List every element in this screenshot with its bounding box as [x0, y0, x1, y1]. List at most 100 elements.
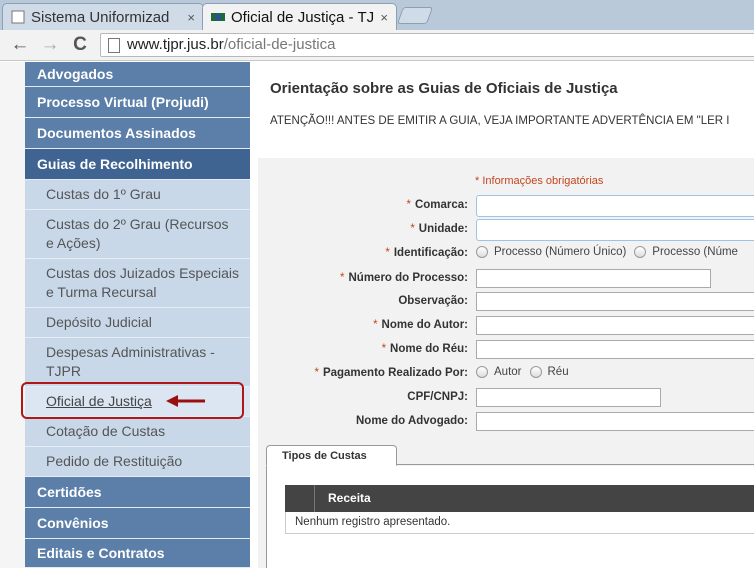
sidebar-subitem-cotacao-custas[interactable]: Cotação de Custas [25, 417, 250, 447]
sidebar-subitem-label: Depósito Judicial [46, 314, 152, 330]
row-numero-processo: * Número do Processo: [250, 269, 754, 289]
page-icon [108, 38, 120, 53]
forward-arrow-icon[interactable]: → [38, 34, 62, 56]
radio-label: Processo (Núme [652, 246, 738, 258]
sidebar-subitem-label: Custas do 1º Grau [46, 186, 161, 202]
browser-tab-title: Oficial de Justiça - TJ [231, 8, 375, 26]
sidebar-subitem-label: Custas dos Juizados Especiais e Turma Re… [46, 265, 239, 300]
label-text: Número do Processo: [348, 272, 469, 284]
cpf-cnpj-input[interactable] [476, 388, 661, 407]
sidebar-item-processo-virtual[interactable]: Processo Virtual (Projudi) [25, 87, 250, 118]
sidebar-item-guias-recolhimento[interactable]: Guias de Recolhimento [25, 149, 250, 180]
cpf-cnpj-label: CPF/CNPJ: [407, 391, 468, 403]
unidade-select[interactable] [476, 219, 754, 241]
radio-label: Réu [547, 366, 569, 378]
browser-toolbar: ← → C www.tjpr.jus.br/oficial-de-justica [0, 30, 754, 61]
nome-reu-input[interactable] [476, 340, 754, 359]
radio-processo-numero-unico[interactable] [476, 246, 488, 258]
row-nome-reu: * Nome do Réu: [250, 340, 754, 360]
observacao-input[interactable] [476, 292, 754, 311]
tabs-bar: Tipos de Custas [266, 445, 754, 466]
radio-autor[interactable] [476, 366, 488, 378]
sidebar-subitem-label: Despesas Administrativas - TJPR [46, 344, 215, 379]
sidebar-subitem-juizados-especiais[interactable]: Custas dos Juizados Especiais e Turma Re… [25, 259, 250, 308]
grid-column-receita[interactable]: Receita [315, 485, 371, 512]
grid-empty-row: Nenhum registro apresentado. [285, 512, 754, 534]
radio-processo-numero[interactable] [634, 246, 647, 258]
required-asterisk: * [381, 343, 387, 355]
sidebar-subitem-despesas-administrativas[interactable]: Despesas Administrativas - TJPR [25, 338, 250, 387]
sidebar-subitem-label: Pedido de Restituição [46, 453, 183, 469]
label-text: Nome do Réu: [390, 343, 468, 355]
pagamento-radio-group: Autor Réu [476, 366, 577, 378]
radio-label: Processo (Número Único) [494, 246, 627, 258]
sidebar-item-convenios[interactable]: Convênios [25, 508, 250, 539]
tab-tipos-de-custas[interactable]: Tipos de Custas [266, 445, 397, 466]
sidebar-subitem-deposito-judicial[interactable]: Depósito Judicial [25, 308, 250, 338]
page-title: Orientação sobre as Guias de Oficiais de… [270, 80, 618, 97]
annotation-highlight-box [21, 382, 244, 419]
sidebar-subitem-custas-1-grau[interactable]: Custas do 1º Grau [25, 180, 250, 210]
left-margin [0, 62, 25, 568]
back-arrow-icon[interactable]: ← [8, 34, 32, 56]
nome-advogado-label: Nome do Advogado: [355, 415, 468, 427]
sidebar-subitem-custas-2-grau[interactable]: Custas do 2º Grau (Recursos e Ações) [25, 210, 250, 259]
nome-reu-label: * Nome do Réu: [382, 343, 468, 355]
warning-text: ATENÇÃO!!! ANTES DE EMITIR A GUIA, VEJA … [270, 115, 730, 127]
sidebar-subitem-pedido-restituicao[interactable]: Pedido de Restituição [25, 447, 250, 477]
tab-content-panel: Receita Nenhum registro apresentado. [266, 466, 754, 568]
address-bar[interactable]: www.tjpr.jus.br/oficial-de-justica [100, 33, 754, 57]
close-tab-icon[interactable]: × [380, 10, 388, 25]
nome-advogado-input[interactable] [476, 412, 754, 431]
main-content: Orientação sobre as Guias de Oficiais de… [250, 62, 754, 568]
observacao-label: Observação: [398, 295, 468, 307]
comarca-label: * Comarca: [406, 199, 468, 211]
row-pagamento: * Pagamento Realizado Por: Autor Réu [250, 364, 754, 384]
grid-header: Receita [285, 485, 754, 512]
url-path: /oficial-de-justica [223, 36, 336, 53]
label-text: Identificação: [393, 247, 468, 259]
required-asterisk: * [406, 199, 411, 211]
label-text: Comarca: [414, 199, 468, 211]
comarca-select[interactable] [476, 195, 754, 217]
reload-icon[interactable]: C [68, 34, 92, 56]
browser-tab-sistema[interactable]: Sistema Uniformizad × [2, 3, 204, 30]
sidebar-item-documentos-assinados[interactable]: Documentos Assinados [25, 118, 250, 149]
page-icon [11, 10, 25, 24]
pagamento-label: * Pagamento Realizado Por: [314, 367, 468, 379]
required-asterisk: * [385, 247, 390, 259]
nome-autor-input[interactable] [476, 316, 754, 335]
sidebar-subitem-label: Cotação de Custas [46, 423, 166, 439]
close-tab-icon[interactable]: × [187, 10, 195, 25]
required-asterisk: * [373, 319, 378, 331]
label-text: Pagamento Realizado Por: [322, 367, 468, 379]
required-asterisk: * [314, 367, 319, 379]
sidebar-item-certidoes[interactable]: Certidões [25, 477, 250, 508]
tjpr-flag-icon [211, 13, 225, 21]
sidebar-menu: Advogados Processo Virtual (Projudi) Doc… [25, 62, 250, 568]
grid-header-spacer [285, 485, 315, 512]
browser-tab-bar: Sistema Uniformizad × Oficial de Justiça… [0, 0, 754, 30]
sidebar-item-advogados[interactable]: Advogados [25, 62, 250, 87]
row-nome-autor: * Nome do Autor: [250, 316, 754, 336]
radio-reu[interactable] [529, 366, 542, 378]
label-text: Nome do Autor: [381, 319, 468, 331]
required-asterisk: * [410, 223, 415, 235]
annotation-arrow-icon [166, 395, 205, 407]
required-asterisk: * [340, 272, 345, 284]
row-nome-advogado: Nome do Advogado: [250, 412, 754, 432]
numero-processo-input[interactable] [476, 269, 711, 288]
row-comarca: * Comarca: [250, 195, 754, 217]
numero-processo-label: * Número do Processo: [340, 272, 468, 284]
row-observacao: Observação: [250, 292, 754, 312]
sidebar-subitem-label: Custas do 2º Grau (Recursos e Ações) [46, 216, 229, 251]
label-text: Unidade: [418, 223, 468, 235]
url-host: www.tjpr.jus.br [127, 36, 224, 53]
radio-label: Autor [494, 366, 522, 378]
required-note: * Informações obrigatórias [475, 175, 604, 187]
unidade-label: * Unidade: [410, 223, 468, 235]
row-identificacao: * Identificação: Processo (Número Único) … [250, 244, 754, 264]
sidebar-item-editais-contratos[interactable]: Editais e Contratos [25, 539, 250, 568]
browser-tab-oficial[interactable]: Oficial de Justiça - TJ × [202, 3, 397, 30]
new-tab-button[interactable] [396, 7, 434, 24]
